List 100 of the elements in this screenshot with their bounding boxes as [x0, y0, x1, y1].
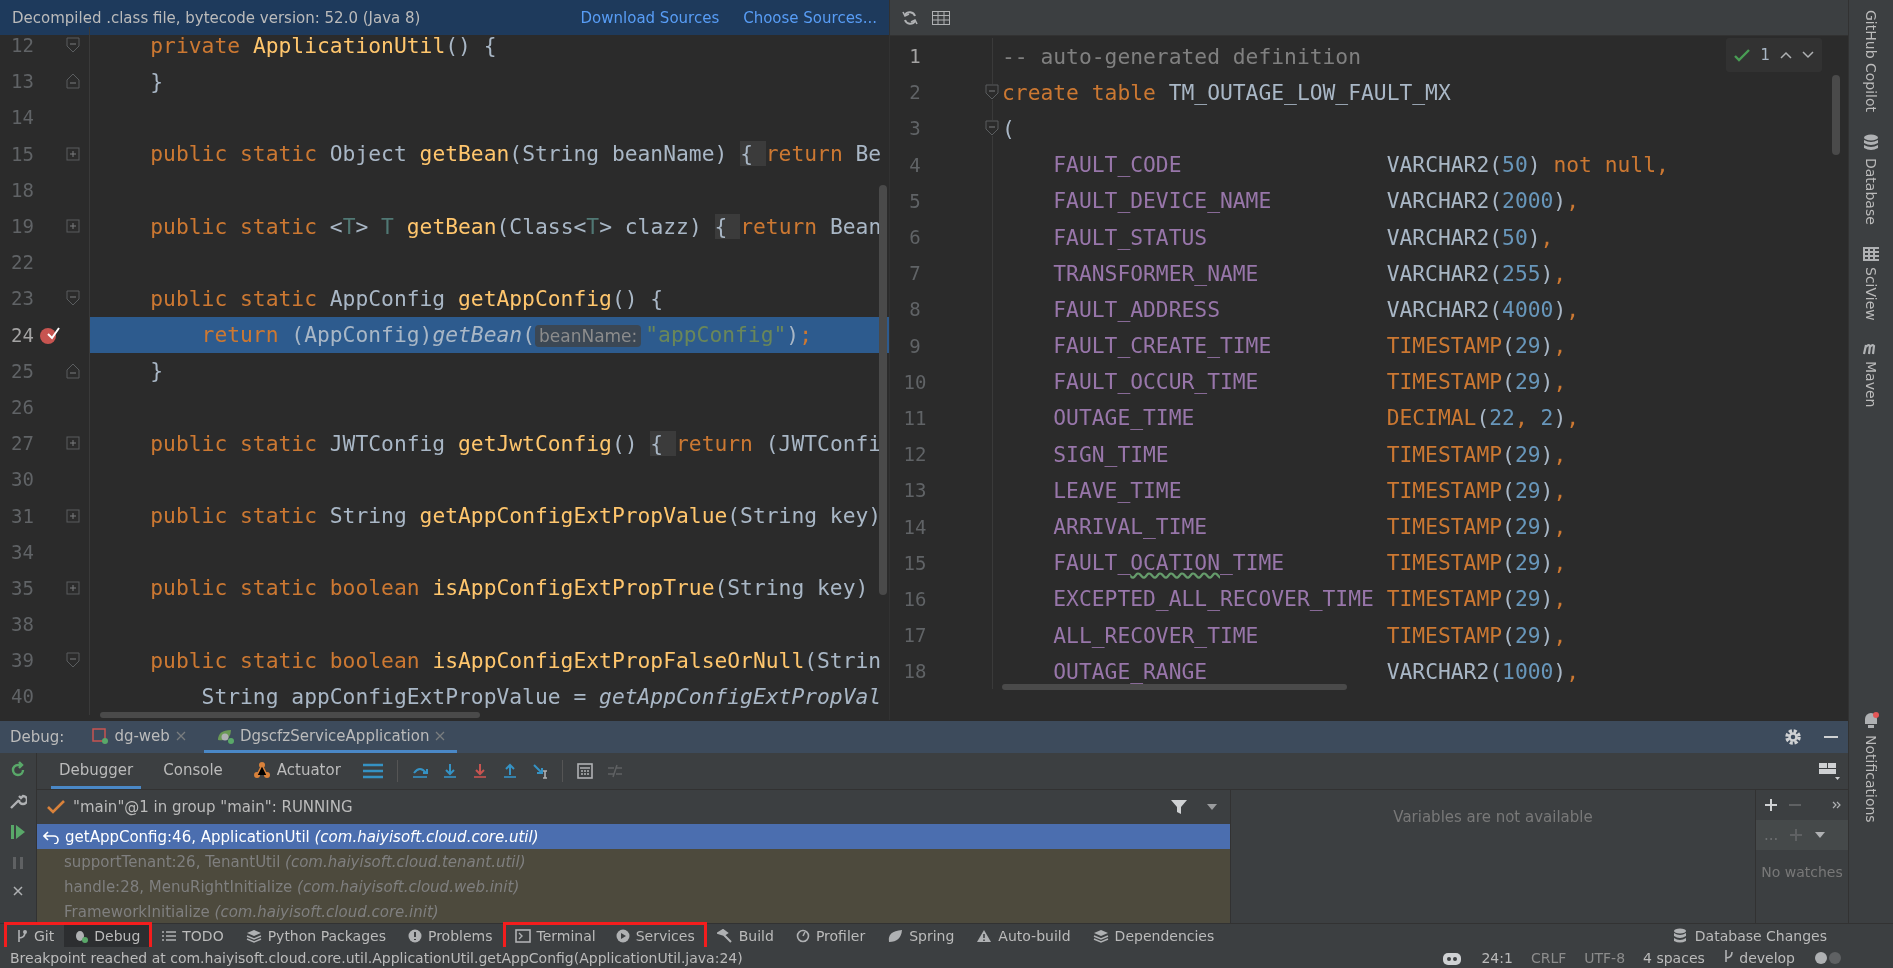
expand-icon[interactable] [66, 219, 80, 234]
line-number: 18 [902, 660, 928, 683]
tool-window-button[interactable]: Python Packages [235, 924, 396, 947]
tool-window-button[interactable]: Spring [877, 924, 965, 947]
list-icon[interactable] [606, 763, 623, 779]
tool-window-button[interactable]: Services [605, 924, 705, 947]
code-line: create table TM_OUTAGE_LOW_FAULT_MX [1002, 79, 1451, 105]
tool-window-button[interactable]: Database Changes [1662, 924, 1837, 947]
previous-icon[interactable] [1780, 51, 1792, 59]
bell-icon[interactable] [1862, 711, 1880, 730]
tab[interactable]: DgscfzServiceApplication [203, 721, 458, 753]
expand-icon[interactable] [66, 580, 80, 595]
line-number: 1 [908, 45, 922, 68]
refresh-icon[interactable] [902, 9, 918, 26]
return-arrow-icon [43, 829, 59, 844]
link[interactable]: Choose Sources... [743, 8, 877, 27]
line-number: 7 [908, 262, 922, 285]
warning-icon [407, 928, 422, 943]
resume-icon[interactable] [9, 823, 27, 841]
dropdown-icon[interactable] [1206, 803, 1218, 811]
close-icon[interactable] [12, 885, 24, 897]
run-to-cursor-icon[interactable] [531, 763, 548, 779]
code-line: public static boolean isAppConfigExtPropFalseOrNull(Strin [149, 647, 882, 673]
tool-window-button[interactable]: SciView [1863, 266, 1879, 321]
tool-window-button[interactable]: Terminal [504, 924, 606, 947]
tool-window-button[interactable]: Git [6, 924, 65, 947]
line-number: 13 [10, 70, 34, 93]
link[interactable]: Download Sources [580, 8, 720, 27]
tool-window-button[interactable]: Build [706, 924, 784, 947]
stack-frame[interactable]: getAppConfig:46, ApplicationUtil (com.haiyisoft.cloud.core.util) [37, 824, 1230, 849]
tool-window-button[interactable]: Notifications [1863, 735, 1879, 823]
tool-window-button[interactable]: TODO [152, 924, 234, 947]
line-number: 18 [10, 178, 34, 201]
code-line: OUTAGE_TIME DECIMAL(22, 2), [1052, 405, 1580, 431]
check-icon [47, 799, 65, 815]
code-line: FAULT_STATUS VARCHAR2(50), [1052, 224, 1554, 250]
dropdown-icon[interactable] [1814, 831, 1827, 839]
tool-window-button[interactable]: Maven [1863, 360, 1879, 407]
more-icon[interactable] [1832, 801, 1842, 809]
tool-window-button[interactable]: Database [1863, 158, 1879, 225]
fold-icon[interactable] [66, 290, 80, 307]
code-line: OUTAGE_RANGE VARCHAR2(1000), [1052, 658, 1579, 684]
problem-count[interactable]: 1 [1760, 46, 1770, 64]
tab[interactable]: Actuator [244, 753, 349, 789]
line-number: 35 [10, 576, 34, 599]
table-icon[interactable] [932, 10, 950, 25]
tool-window-button[interactable]: Auto-build [966, 924, 1081, 947]
leaf-icon [887, 928, 904, 943]
scrollbar-thumb[interactable] [879, 185, 887, 595]
status-item[interactable]: CRLF [1530, 949, 1567, 966]
code-line: FAULT_DEVICE_NAME VARCHAR2(2000), [1052, 188, 1579, 214]
wrench-icon[interactable] [9, 792, 27, 810]
check-icon[interactable] [1734, 48, 1751, 62]
tab[interactable]: dg-web [80, 721, 198, 753]
tab[interactable]: Console [155, 753, 231, 789]
tool-window-button[interactable]: Problems [397, 924, 503, 947]
fold-icon[interactable] [66, 652, 80, 669]
thread-status[interactable]: "main"@1 in group "main": RUNNING [73, 798, 353, 816]
step-into-icon[interactable] [441, 763, 458, 779]
code-line: public static Object getBean(String beanName) { return Be [149, 141, 882, 167]
menu-icon[interactable] [362, 763, 383, 779]
tool-window-button[interactable]: Dependencies [1082, 924, 1225, 947]
database-icon[interactable] [1863, 134, 1879, 153]
fold-icon[interactable] [66, 362, 80, 379]
line-number: 13 [902, 479, 928, 502]
fold-icon[interactable] [985, 120, 999, 137]
tool-window-button[interactable]: Debug [64, 924, 151, 947]
tool-window-button[interactable]: Profiler [785, 924, 876, 947]
next-icon[interactable] [1802, 51, 1814, 59]
scrollbar-thumb[interactable] [1832, 75, 1840, 155]
line-number: 17 [902, 624, 928, 647]
filter-icon[interactable] [1170, 798, 1188, 816]
line-number: 8 [908, 298, 922, 321]
calculator-icon[interactable] [576, 763, 593, 779]
step-out-icon[interactable] [501, 763, 518, 779]
grid-icon[interactable] [1863, 246, 1879, 261]
code-line: String appConfigExtPropValue = getAppConfigExtPropVal [200, 683, 882, 709]
status-item[interactable]: develop [1722, 949, 1795, 966]
line-number: 27 [10, 432, 34, 455]
fold-icon[interactable] [66, 37, 80, 54]
tab[interactable]: Debugger [51, 753, 142, 789]
status-item[interactable]: 4 spaces [1643, 949, 1705, 966]
fold-icon[interactable] [985, 84, 999, 101]
close-icon[interactable] [175, 730, 186, 741]
line-number: 10 [902, 370, 928, 393]
expand-icon[interactable] [66, 508, 80, 523]
tool-window-button[interactable]: GitHub Copilot [1863, 10, 1879, 113]
close-icon[interactable] [435, 730, 446, 741]
fold-icon[interactable] [66, 73, 80, 90]
status-item[interactable]: 24:1 [1481, 949, 1513, 966]
warning-icon [976, 928, 993, 943]
rerun-icon[interactable] [9, 761, 27, 779]
expand-icon[interactable] [66, 436, 80, 451]
status-item[interactable]: UTF-8 [1584, 949, 1626, 966]
scrollbar-thumb[interactable] [1002, 684, 1347, 690]
scrollbar-thumb[interactable] [100, 712, 480, 718]
line-number: 25 [10, 359, 34, 382]
layout-icon[interactable] [1818, 761, 1840, 781]
step-into-icon[interactable] [471, 763, 488, 779]
expand-icon[interactable] [66, 146, 80, 161]
